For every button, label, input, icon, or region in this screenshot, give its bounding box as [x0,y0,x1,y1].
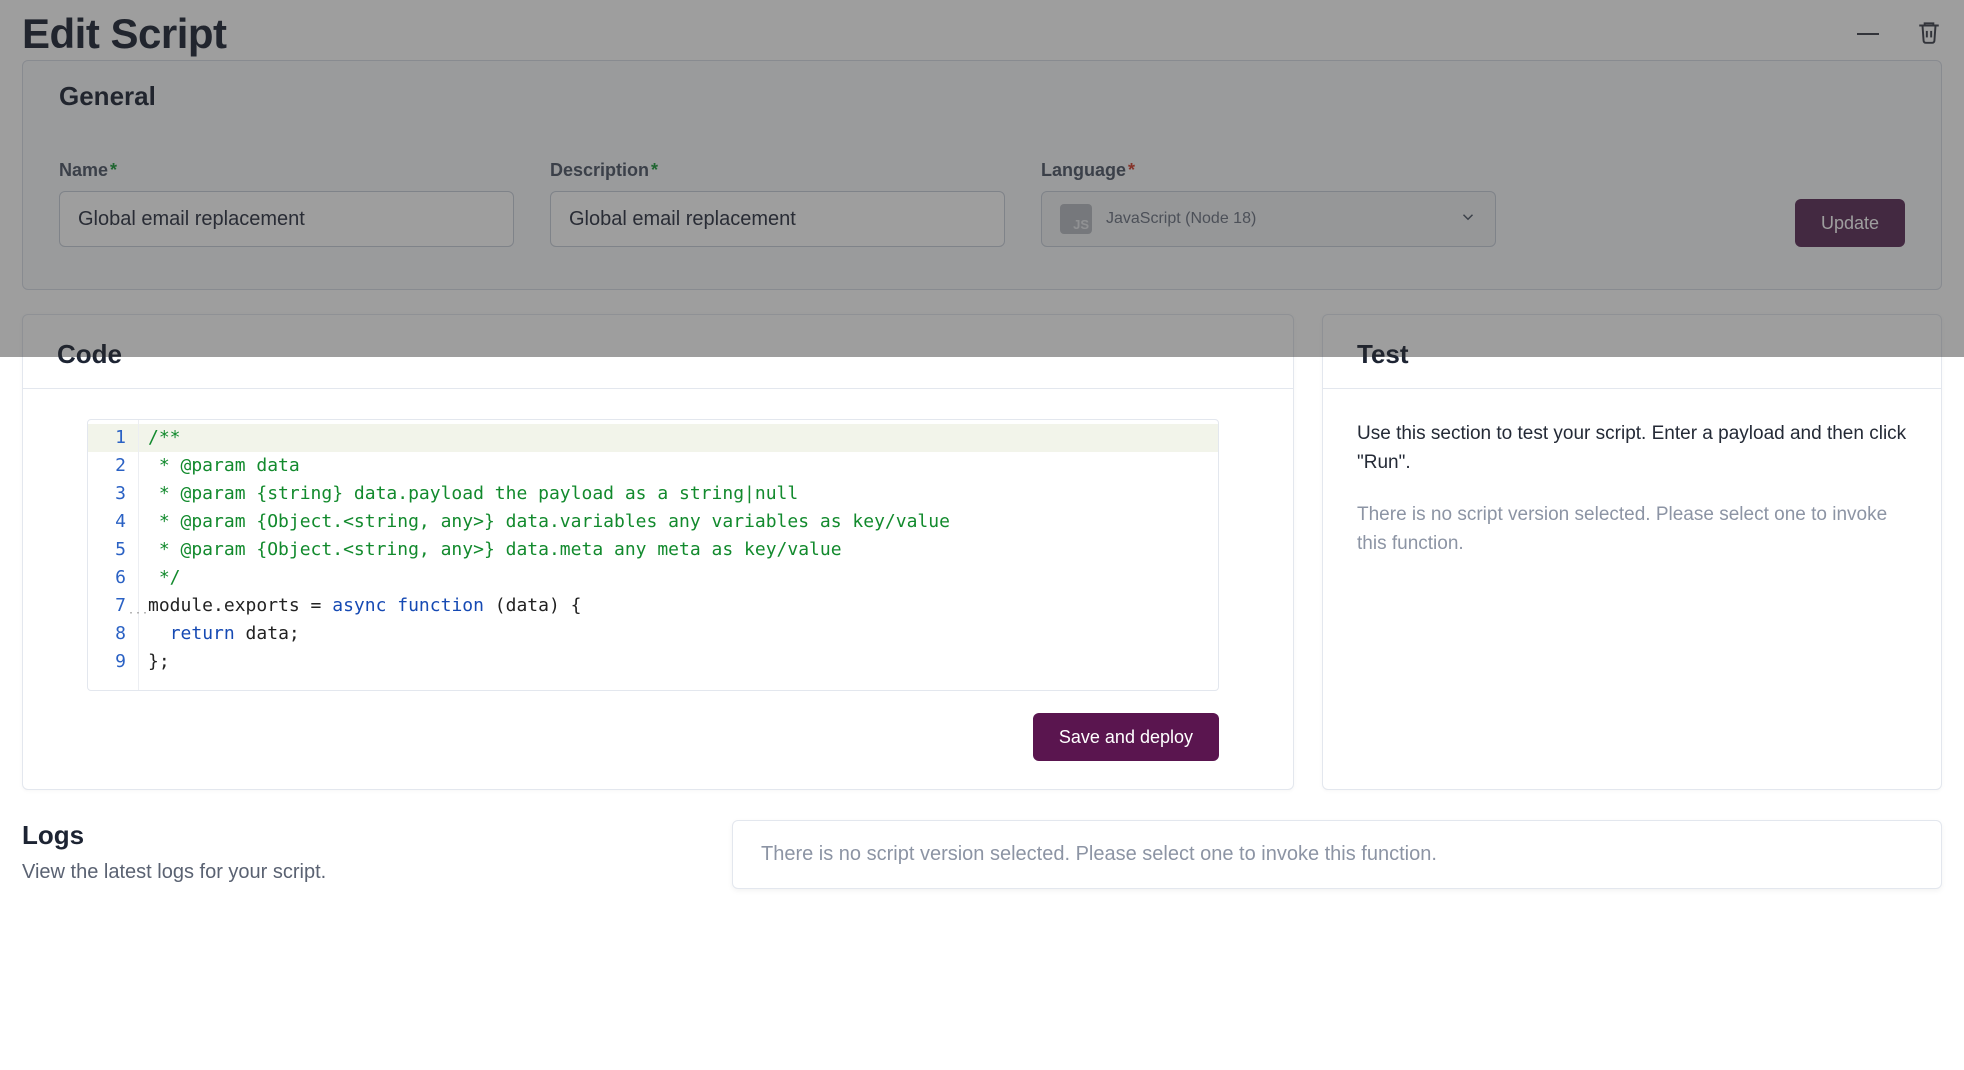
general-form-row: Name* Description* Language* JS JavaScri… [59,160,1905,247]
description-label: Description* [550,160,1005,181]
js-icon: JS [1060,204,1092,234]
test-section-title: Test [1357,339,1907,370]
code-card: Code 1/** 2 * @param data 3 * @param {st… [22,314,1294,790]
test-description: Use this section to test your script. En… [1357,419,1907,478]
update-button[interactable]: Update [1795,199,1905,247]
name-label: Name* [59,160,514,181]
save-and-deploy-button[interactable]: Save and deploy [1033,713,1219,761]
general-section-title: General [59,81,1905,112]
test-card: Test Use this section to test your scrip… [1322,314,1942,790]
panels-row: Code 1/** 2 * @param data 3 * @param {st… [0,314,1964,790]
code-editor[interactable]: 1/** 2 * @param data 3 * @param {string}… [87,419,1219,691]
description-field-group: Description* [550,160,1005,247]
code-line-5: * @param {Object.<string, any>} data.met… [138,536,842,564]
fold-indicator-icon[interactable]: ··· [128,600,149,628]
code-line-7: module.exports = async function (data) { [138,592,582,620]
test-empty-message: There is no script version selected. Ple… [1357,500,1907,559]
code-line-8: return data; [138,620,300,648]
name-field-group: Name* [59,160,514,247]
page-title: Edit Script [22,10,227,58]
divider [1323,388,1941,389]
code-line-2: * @param data [138,452,300,480]
general-card: General Name* Description* Language* JS … [22,60,1942,290]
name-input[interactable] [59,191,514,247]
description-input[interactable] [550,191,1005,247]
language-field-group: Language* JS JavaScript (Node 18) [1041,160,1496,247]
language-select[interactable]: JS JavaScript (Node 18) [1041,191,1496,247]
logs-section: Logs View the latest logs for your scrip… [0,790,1964,889]
minimize-icon[interactable] [1856,32,1880,36]
page-header: Edit Script [0,0,1964,60]
divider [23,388,1293,389]
header-actions [1856,18,1942,51]
language-value: JavaScript (Node 18) [1106,210,1256,228]
language-label: Language* [1041,160,1496,181]
code-line-1: /** [138,424,181,452]
code-section-title: Code [57,339,1259,370]
chevron-down-icon [1459,208,1477,231]
logs-subtitle: View the latest logs for your script. [22,861,692,884]
trash-icon[interactable] [1916,18,1942,51]
logs-section-title: Logs [22,820,692,851]
code-line-3: * @param {string} data.payload the paylo… [138,480,798,508]
code-line-9: }; [138,648,170,676]
logs-empty-message: There is no script version selected. Ple… [732,820,1942,889]
code-line-6: */ [138,564,181,592]
code-line-4: * @param {Object.<string, any>} data.var… [138,508,950,536]
